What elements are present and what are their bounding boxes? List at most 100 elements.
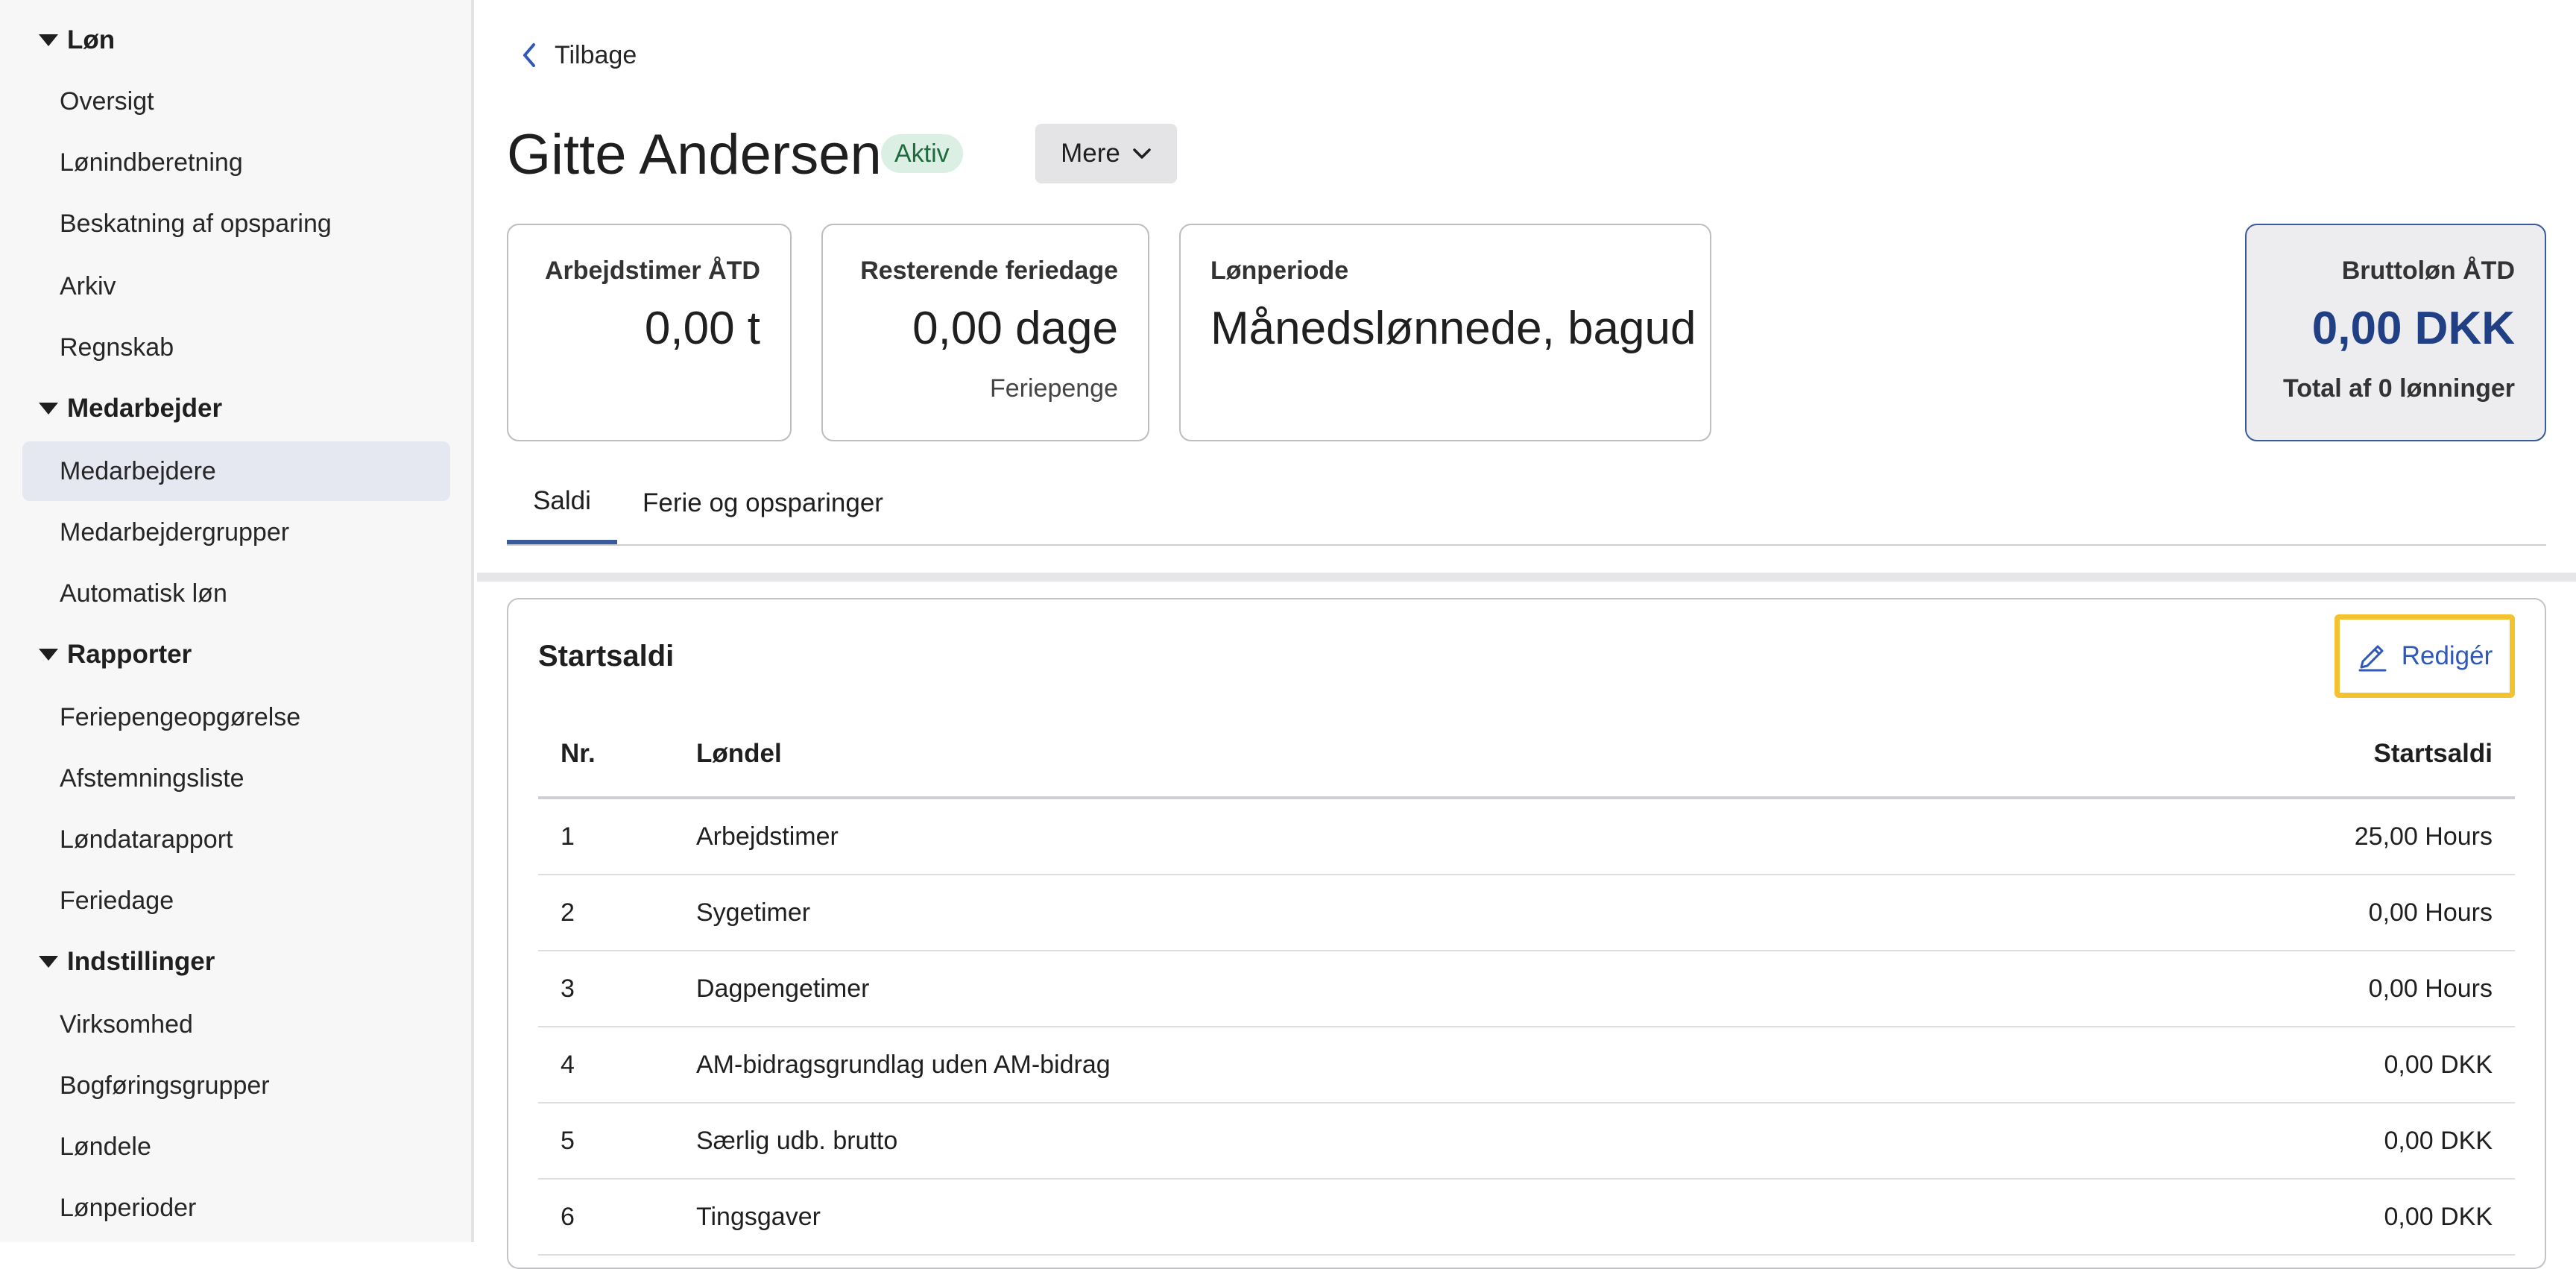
sidebar-section-indstillinger[interactable]: Indstillinger (39, 939, 215, 984)
panel-title: Startsaldi (538, 640, 675, 673)
sidebar-section-rapporter[interactable]: Rapporter (39, 632, 192, 677)
card-sublabel: Total af 0 lønninger (2282, 374, 2515, 403)
sidebar-item-regnskab[interactable]: Regnskab (22, 318, 450, 377)
chevron-down-icon (1133, 148, 1151, 159)
row-name: Dagpengetimer (696, 974, 870, 1003)
caret-down-icon (39, 403, 58, 415)
table-row[interactable]: 2 Sygetimer 0,00 Hours (538, 875, 2515, 951)
card-value: Månedslønnede, bagud (1210, 303, 1696, 354)
row-value: 0,00 Hours (2368, 974, 2493, 1003)
tab-ferie-og-opsparinger[interactable]: Ferie og opsparinger (643, 462, 883, 544)
sidebar-item-feriedage[interactable]: Feriedage (22, 871, 450, 931)
sidebar: Løn Oversigt Lønindberetning Beskatning … (0, 0, 474, 1242)
row-name: Særlig udb. brutto (696, 1126, 898, 1155)
row-nr: 4 (561, 1050, 575, 1079)
sidebar-section-medarbejder[interactable]: Medarbejder (39, 386, 222, 431)
table-row[interactable]: 5 Særlig udb. brutto 0,00 DKK (538, 1103, 2515, 1180)
column-header-londel[interactable]: Løndel (696, 711, 782, 796)
sidebar-section-label: Løn (67, 25, 116, 54)
sidebar-item-medarbejdergrupper[interactable]: Medarbejdergrupper (22, 503, 450, 562)
card-arbejdstimer: Arbejdstimer ÅTD 0,00 t (507, 224, 792, 441)
sidebar-item-label: Beskatning af opsparing (60, 209, 332, 238)
row-value: 0,00 DKK (2384, 1202, 2493, 1231)
sidebar-item-virksomhed[interactable]: Virksomhed (22, 995, 450, 1054)
caret-down-icon (39, 649, 58, 661)
edit-button[interactable]: Redigér (2334, 614, 2515, 698)
chevron-left-icon (523, 43, 535, 67)
sidebar-item-label: Feriedage (60, 886, 174, 915)
card-label: Arbejdstimer ÅTD (544, 256, 760, 285)
more-button[interactable]: Mere (1035, 124, 1177, 183)
edit-button-label: Redigér (2401, 641, 2493, 670)
column-header-startsaldi[interactable]: Startsaldi (2374, 711, 2493, 796)
sidebar-item-label: Virksomhed (60, 1010, 193, 1039)
sidebar-item-medarbejdere[interactable]: Medarbejdere (22, 441, 450, 501)
sidebar-item-lonperioder[interactable]: Lønperioder (22, 1178, 450, 1238)
back-label: Tilbage (555, 40, 637, 69)
sidebar-item-oversigt[interactable]: Oversigt (22, 72, 450, 131)
caret-down-icon (39, 34, 58, 46)
row-nr: 5 (561, 1126, 575, 1155)
row-value: 0,00 DKK (2384, 1050, 2493, 1079)
back-link[interactable]: Tilbage (522, 34, 637, 76)
sidebar-item-label: Automatisk løn (60, 579, 227, 608)
sidebar-item-label: Lønperioder (60, 1193, 197, 1222)
table-row[interactable]: 1 Arbejdstimer 25,00 Hours (538, 799, 2515, 875)
more-button-label: Mere (1061, 139, 1120, 168)
row-name: Sygetimer (696, 898, 811, 927)
row-name: AM-bidragsgrundlag uden AM-bidrag (696, 1050, 1111, 1079)
row-nr: 2 (561, 898, 575, 927)
section-divider (477, 573, 2576, 582)
sidebar-item-label: Arkiv (60, 271, 116, 300)
sidebar-item-label: Regnskab (60, 333, 174, 362)
sidebar-item-label: Løndatarapport (60, 825, 233, 854)
row-name: Tingsgaver (696, 1202, 821, 1231)
sidebar-item-label: Lønindberetning (60, 148, 243, 177)
sidebar-item-label: Medarbejdergrupper (60, 517, 290, 547)
sidebar-item-label: Bogføringsgrupper (60, 1071, 270, 1100)
tab-bar: Saldi Ferie og opsparinger (507, 462, 2546, 546)
card-label: Resterende feriedage (860, 256, 1118, 285)
card-value: 0,00 dage (912, 303, 1118, 354)
sidebar-item-automatisk-lon[interactable]: Automatisk løn (22, 564, 450, 623)
sidebar-section-label: Medarbejder (67, 394, 223, 423)
row-value: 0,00 Hours (2368, 898, 2493, 927)
sidebar-section-label: Indstillinger (67, 947, 215, 976)
tab-label: Saldi (533, 486, 591, 515)
sidebar-item-label: Oversigt (60, 86, 154, 116)
tab-label: Ferie og opsparinger (643, 488, 883, 517)
row-name: Arbejdstimer (696, 822, 839, 851)
card-value: 0,00 DKK (2311, 303, 2515, 354)
card-bruttolon: Bruttoløn ÅTD 0,00 DKK Total af 0 lønnin… (2245, 224, 2546, 441)
startsaldi-panel: Startsaldi Redigér Nr. Løndel Startsaldi… (507, 598, 2546, 1269)
caret-down-icon (39, 956, 58, 968)
sidebar-section-label: Rapporter (67, 640, 192, 669)
status-badge: Aktiv (881, 134, 963, 173)
card-label: Lønperiode (1210, 256, 1349, 285)
table-row[interactable]: 3 Dagpengetimer 0,00 Hours (538, 951, 2515, 1027)
card-value: 0,00 t (644, 303, 760, 354)
sidebar-item-label: Medarbejdere (60, 456, 216, 485)
sidebar-item-londele[interactable]: Løndele (22, 1117, 450, 1177)
column-header-nr[interactable]: Nr. (561, 711, 596, 796)
sidebar-item-beskatning-af-opsparing[interactable]: Beskatning af opsparing (22, 194, 450, 254)
pencil-icon (2358, 645, 2387, 672)
sidebar-section-lon[interactable]: Løn (39, 18, 115, 63)
sidebar-item-bogforingsgrupper[interactable]: Bogføringsgrupper (22, 1056, 450, 1115)
row-nr: 3 (561, 974, 575, 1003)
row-nr: 6 (561, 1202, 575, 1231)
row-value: 25,00 Hours (2354, 822, 2493, 851)
table-header-row: Nr. Løndel Startsaldi (538, 711, 2515, 799)
card-lonperiode: Lønperiode Månedslønnede, bagud (1179, 224, 1711, 441)
card-sublabel: Feriepenge (989, 374, 1118, 403)
tab-saldi[interactable]: Saldi (507, 462, 617, 544)
sidebar-item-londatarapport[interactable]: Løndatarapport (22, 810, 450, 869)
row-nr: 1 (561, 822, 575, 851)
startsaldi-table: Nr. Løndel Startsaldi 1 Arbejdstimer 25,… (538, 711, 2515, 1256)
sidebar-item-afstemningsliste[interactable]: Afstemningsliste (22, 749, 450, 808)
sidebar-item-lonindberetning[interactable]: Lønindberetning (22, 133, 450, 192)
sidebar-item-arkiv[interactable]: Arkiv (22, 256, 450, 316)
table-row[interactable]: 6 Tingsgaver 0,00 DKK (538, 1180, 2515, 1256)
sidebar-item-feriepengeopgorelse[interactable]: Feriepengeopgørelse (22, 687, 450, 747)
table-row[interactable]: 4 AM-bidragsgrundlag uden AM-bidrag 0,00… (538, 1027, 2515, 1103)
